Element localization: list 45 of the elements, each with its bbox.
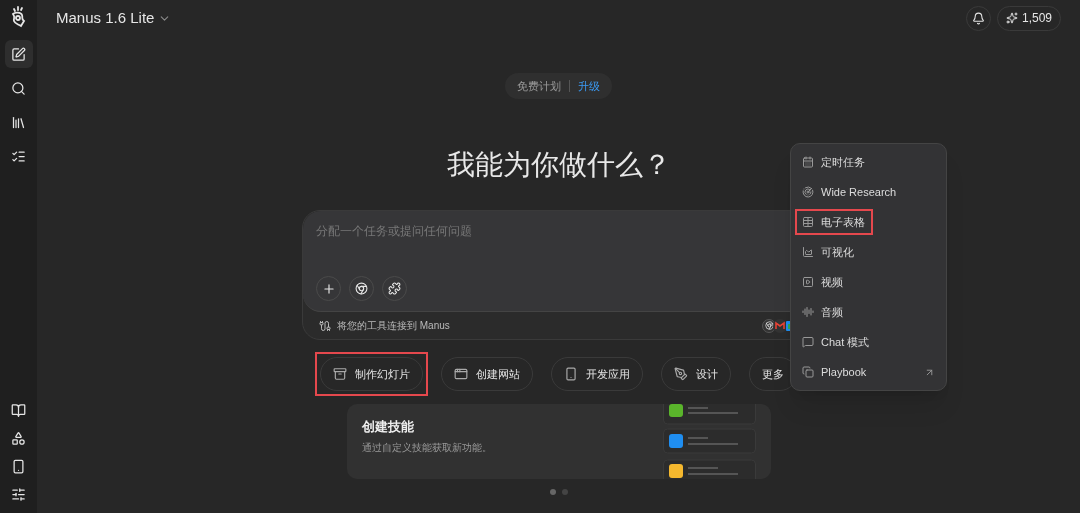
- copy-icon: [802, 366, 814, 378]
- calendar-icon: [802, 156, 814, 168]
- radar-icon: [802, 186, 814, 198]
- connect-tools-link[interactable]: 将您的工具连接到 Manus: [337, 318, 450, 333]
- upgrade-link[interactable]: 升级: [578, 77, 600, 95]
- skill-description: 通过自定义技能获取新功能。: [361, 440, 492, 455]
- new-task-button[interactable]: [4, 40, 33, 68]
- books-icon: [11, 114, 26, 130]
- book-icon: [11, 402, 26, 418]
- video-icon: [802, 276, 814, 288]
- sliders-icon: [11, 486, 26, 502]
- sparkle-icon: [1005, 12, 1018, 24]
- skill-card[interactable]: 创建技能 通过自定义技能获取新功能。: [346, 404, 771, 479]
- plan-label: 免费计划: [517, 78, 561, 94]
- pen-icon: [674, 367, 688, 381]
- menu-item[interactable]: 定时任务: [795, 149, 942, 175]
- browser-icon: [762, 318, 776, 333]
- menu-item[interactable]: 可视化: [795, 239, 942, 265]
- puzzle-icon: [388, 282, 401, 295]
- table-icon: [802, 216, 814, 228]
- menu-item[interactable]: 电子表格: [795, 209, 873, 235]
- menu-item[interactable]: Chat 模式: [795, 329, 942, 355]
- checklist-icon: [11, 148, 26, 164]
- browser-icon: [355, 282, 368, 295]
- menu-item[interactable]: Wide Research: [795, 179, 942, 205]
- menu-item[interactable]: 音频: [795, 299, 942, 325]
- phone-icon: [11, 458, 26, 474]
- browser-window-icon: [454, 367, 468, 381]
- bell-icon: [971, 11, 985, 25]
- audio-wave-icon: [802, 306, 814, 318]
- heading: 我能为你做什么？: [446, 148, 671, 182]
- chat-bubble-icon: [802, 336, 814, 348]
- search-icon: [11, 80, 26, 96]
- plus-icon: [321, 281, 336, 296]
- archive-icon: [333, 367, 347, 381]
- model-selector[interactable]: Manus 1.6 Lite: [56, 6, 172, 30]
- plug-icon: [319, 319, 331, 332]
- menu-item[interactable]: Playbook: [795, 359, 942, 385]
- shapes-icon: [11, 430, 26, 446]
- phone-icon: [564, 367, 578, 381]
- skill-title: 创建技能: [361, 418, 415, 436]
- menu-item[interactable]: 视频: [795, 269, 942, 295]
- edit-icon: [11, 46, 26, 62]
- area-chart-icon: [802, 246, 814, 258]
- mail-icon: [773, 318, 787, 333]
